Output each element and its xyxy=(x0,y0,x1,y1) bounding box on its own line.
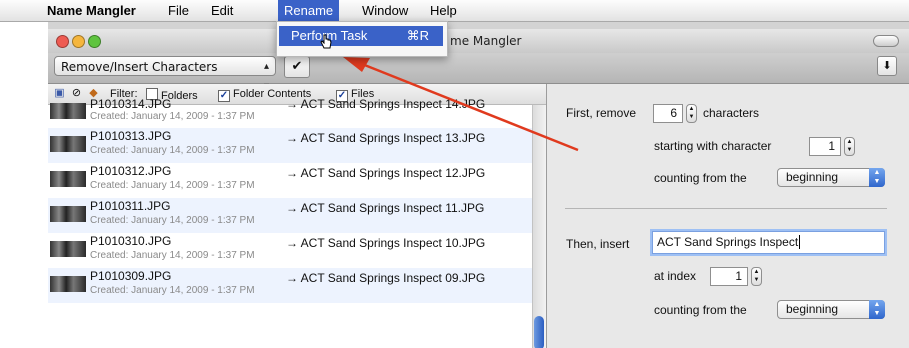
start-char-field[interactable]: 1 xyxy=(809,137,841,156)
download-icon[interactable]: ⬇ xyxy=(877,56,897,76)
remove-count-stepper[interactable]: ▲ ▼ xyxy=(686,104,697,123)
photo-thumbnail xyxy=(50,103,86,119)
menu-bar: Name Mangler File Edit Rename Window Hel… xyxy=(0,0,909,22)
photo-thumbnail xyxy=(50,241,86,257)
file-new-name: → ACT Sand Springs Inspect 12.JPG xyxy=(286,166,486,180)
photo-thumbnail xyxy=(50,206,86,222)
file-list: P1010314.JPG Created: January 14, 2009 -… xyxy=(48,97,532,303)
toolbar-toggle-icon[interactable] xyxy=(873,35,899,47)
section-divider xyxy=(565,208,887,209)
table-row[interactable]: P1010313.JPG Created: January 14, 2009 -… xyxy=(48,128,532,163)
table-row[interactable]: P1010312.JPG Created: January 14, 2009 -… xyxy=(48,163,532,198)
file-name: P1010312.JPG xyxy=(90,164,172,178)
file-created: Created: January 14, 2009 - 1:37 PM xyxy=(90,145,255,156)
updown-arrows-icon: ▲ ▼ xyxy=(869,168,885,187)
scrollbar-thumb[interactable] xyxy=(534,316,544,348)
window-titlebar: me Mangler xyxy=(48,29,909,53)
table-row[interactable]: P1010314.JPG Created: January 14, 2009 -… xyxy=(48,97,532,128)
file-created: Created: January 14, 2009 - 1:37 PM xyxy=(90,215,255,226)
menu-item-perform-task[interactable]: Perform Task ⌘R xyxy=(279,26,443,49)
insert-index-stepper[interactable]: ▲ ▼ xyxy=(751,267,762,286)
start-char-stepper[interactable]: ▲ ▼ xyxy=(844,137,855,156)
photo-thumbnail xyxy=(50,171,86,187)
counting-label: counting from the xyxy=(654,171,747,185)
table-row[interactable]: P1010309.JPG Created: January 14, 2009 -… xyxy=(48,268,532,303)
remove-counting-select[interactable]: beginning ▲ ▼ xyxy=(777,168,885,187)
file-created: Created: January 14, 2009 - 1:37 PM xyxy=(90,180,255,191)
file-name: P1010310.JPG xyxy=(90,234,172,248)
minimize-window-icon[interactable] xyxy=(72,35,85,48)
menu-app-name[interactable]: Name Mangler xyxy=(47,3,136,18)
insert-text-field[interactable]: ACT Sand Springs Inspect xyxy=(652,231,885,254)
file-new-name: → ACT Sand Springs Inspect 09.JPG xyxy=(286,271,486,285)
index-label: at index xyxy=(654,269,697,283)
scrollbar-track[interactable] xyxy=(532,105,546,348)
file-name: P1010309.JPG xyxy=(90,269,172,283)
file-new-name: → ACT Sand Springs Inspect 10.JPG xyxy=(286,236,486,250)
zoom-window-icon[interactable] xyxy=(88,35,101,48)
menu-rename[interactable]: Rename xyxy=(278,0,340,21)
file-new-name: → ACT Sand Springs Inspect 14.JPG xyxy=(286,97,486,111)
settings-pane: First, remove 6 ▲ ▼ characters starting w… xyxy=(547,84,909,348)
table-row[interactable]: P1010311.JPG Created: January 14, 2009 -… xyxy=(48,198,532,233)
menu-item-shortcut: ⌘R xyxy=(406,28,429,43)
remove-count-field[interactable]: 6 xyxy=(653,104,683,123)
file-name: P1010311.JPG xyxy=(90,199,171,213)
menu-help[interactable]: Help xyxy=(430,3,457,18)
file-created: Created: January 14, 2009 - 1:37 PM xyxy=(90,285,255,296)
file-list-pane: ▣ ⊘ ◆ Filter: Folders ✓ Folder Contents ✓… xyxy=(48,84,547,348)
menu-window[interactable]: Window xyxy=(362,3,408,18)
file-new-name: → ACT Sand Springs Inspect 11.JPG xyxy=(286,201,485,215)
menu-edit[interactable]: Edit xyxy=(211,3,233,18)
starting-label: starting with character xyxy=(654,139,772,153)
insert-label: Then, insert xyxy=(566,237,630,251)
insert-text-value: ACT Sand Springs Inspect xyxy=(657,235,799,249)
insert-counting-select[interactable]: beginning ▲ ▼ xyxy=(777,300,885,319)
task-select[interactable]: Remove/Insert Characters ▴▾ xyxy=(54,56,276,92)
table-row[interactable]: P1010310.JPG Created: January 14, 2009 -… xyxy=(48,233,532,268)
close-window-icon[interactable] xyxy=(56,35,69,48)
insert-counting-value: beginning xyxy=(786,302,839,316)
run-task-button[interactable]: ✔ xyxy=(284,56,310,78)
toolbar: Remove/Insert Characters ▴▾ ✔ ⬇ xyxy=(48,53,909,92)
file-name: P1010314.JPG xyxy=(90,97,172,111)
menu-file[interactable]: File xyxy=(168,3,189,18)
remove-counting-value: beginning xyxy=(786,170,839,184)
photo-thumbnail xyxy=(50,136,86,152)
file-new-name: → ACT Sand Springs Inspect 13.JPG xyxy=(286,131,486,145)
file-name: P1010313.JPG xyxy=(90,129,172,143)
updown-arrows-icon: ▲ ▼ xyxy=(869,300,885,319)
characters-label: characters xyxy=(703,106,760,120)
hand-cursor-icon xyxy=(320,34,332,49)
photo-thumbnail xyxy=(50,276,86,292)
remove-label: First, remove xyxy=(566,106,637,120)
file-created: Created: January 14, 2009 - 1:37 PM xyxy=(90,111,255,122)
rename-menu-dropdown: Perform Task ⌘R xyxy=(276,21,448,57)
insert-counting-label: counting from the xyxy=(654,303,747,317)
window-title: me Mangler xyxy=(450,34,522,48)
insert-index-field[interactable]: 1 xyxy=(710,267,748,286)
task-select-value: Remove/Insert Characters xyxy=(61,60,218,74)
file-created: Created: January 14, 2009 - 1:37 PM xyxy=(90,250,255,261)
